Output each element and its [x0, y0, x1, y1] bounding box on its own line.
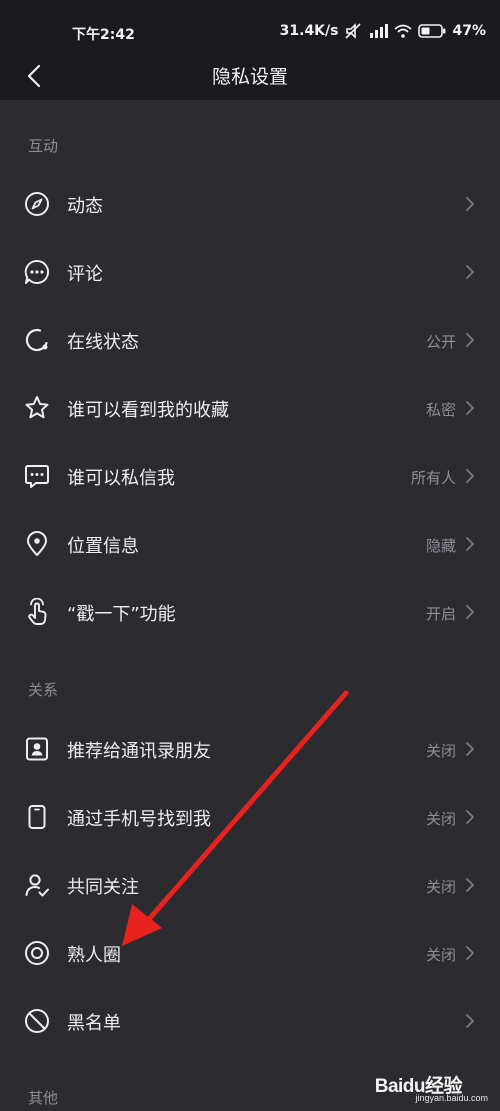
chevron-right-icon [466, 946, 474, 960]
net-speed: 31.4K/s [279, 23, 339, 39]
row-label: 共同关注 [67, 877, 139, 898]
row-label: 推荐给通讯录朋友 [67, 741, 211, 762]
row-value: 关闭 [425, 878, 456, 896]
page-title: 隐私设置 [211, 66, 288, 88]
star-icon [23, 394, 51, 422]
nav-bar: 隐私设置 [0, 52, 500, 100]
contact-card-icon [23, 735, 51, 763]
settings-row-favorites[interactable]: 谁可以看到我的收藏 私密 [0, 374, 500, 442]
row-label: 黑名单 [67, 1013, 121, 1034]
row-value: 关闭 [425, 810, 456, 828]
circle-target-icon [23, 939, 51, 967]
settings-row-phone-find[interactable]: 通过手机号找到我 关闭 [0, 783, 500, 851]
row-value: 所有人 [410, 469, 456, 487]
row-label: 位置信息 [67, 536, 139, 557]
row-value: 隐藏 [425, 537, 456, 555]
settings-row-moments[interactable]: 动态 [0, 170, 500, 238]
chevron-right-icon [466, 265, 474, 279]
row-label: 动态 [67, 196, 103, 217]
settings-row-mutual-follow[interactable]: 共同关注 关闭 [0, 851, 500, 919]
battery-percent: 47% [452, 23, 486, 39]
message-icon [23, 462, 51, 490]
settings-row-contacts-recommend[interactable]: 推荐给通讯录朋友 关闭 [0, 715, 500, 783]
chevron-right-icon [466, 605, 474, 619]
chevron-right-icon [466, 469, 474, 483]
settings-row-location[interactable]: 位置信息 隐藏 [0, 510, 500, 578]
phone-icon [23, 803, 51, 831]
cell-signal-icon [368, 24, 389, 38]
row-label: “戳一下”功能 [67, 604, 176, 625]
chevron-right-icon [466, 1014, 474, 1028]
chevron-right-icon [466, 401, 474, 415]
status-bar: 下午2:42 31.4K/s 47% [0, 0, 500, 52]
row-value: 关闭 [425, 742, 456, 760]
status-time: 下午2:42 [72, 27, 135, 43]
chevron-right-icon [466, 878, 474, 892]
watermark-sub: jingyan.baidu.com [415, 1093, 488, 1103]
row-label: 谁可以私信我 [67, 468, 175, 489]
privacy-settings-screen: 下午2:42 31.4K/s 47% 隐私设置 互动 动态 评论 在线状态 公开… [0, 0, 500, 1111]
user-check-icon [23, 871, 51, 899]
section-title-interaction: 互动 [28, 137, 59, 155]
row-value: 关闭 [425, 946, 456, 964]
wifi-icon [394, 24, 413, 38]
settings-row-comments[interactable]: 评论 [0, 238, 500, 306]
baidu-watermark: Baidu经验 jingyan.baidu.com [360, 1071, 490, 1107]
chevron-right-icon [466, 810, 474, 824]
row-value: 公开 [425, 333, 456, 351]
location-pin-icon [23, 530, 51, 558]
settings-row-blacklist[interactable]: 黑名单 [0, 987, 500, 1055]
section-title-relation: 关系 [28, 681, 59, 699]
row-label: 谁可以看到我的收藏 [67, 400, 229, 421]
chevron-right-icon [466, 197, 474, 211]
settings-row-poke[interactable]: “戳一下”功能 开启 [0, 578, 500, 646]
row-value: 开启 [425, 605, 456, 623]
settings-row-direct-message[interactable]: 谁可以私信我 所有人 [0, 442, 500, 510]
chevron-right-icon [466, 742, 474, 756]
mute-icon [344, 23, 362, 39]
chevron-right-icon [466, 537, 474, 551]
row-label: 熟人圈 [67, 945, 121, 966]
compass-icon [23, 190, 51, 218]
row-label: 通过手机号找到我 [67, 809, 211, 830]
settings-row-acquaintance[interactable]: 熟人圈 关闭 [0, 919, 500, 987]
battery-icon [418, 24, 446, 38]
row-label: 评论 [67, 264, 103, 285]
settings-row-online-status[interactable]: 在线状态 公开 [0, 306, 500, 374]
block-icon [23, 1007, 51, 1035]
comment-bubble-icon [23, 258, 51, 286]
section-title-other: 其他 [28, 1089, 59, 1107]
online-status-icon [23, 326, 51, 354]
tap-finger-icon [23, 598, 51, 626]
row-value: 私密 [425, 401, 456, 419]
row-label: 在线状态 [67, 332, 139, 353]
chevron-right-icon [466, 333, 474, 347]
status-right: 31.4K/s 47% [280, 23, 486, 39]
